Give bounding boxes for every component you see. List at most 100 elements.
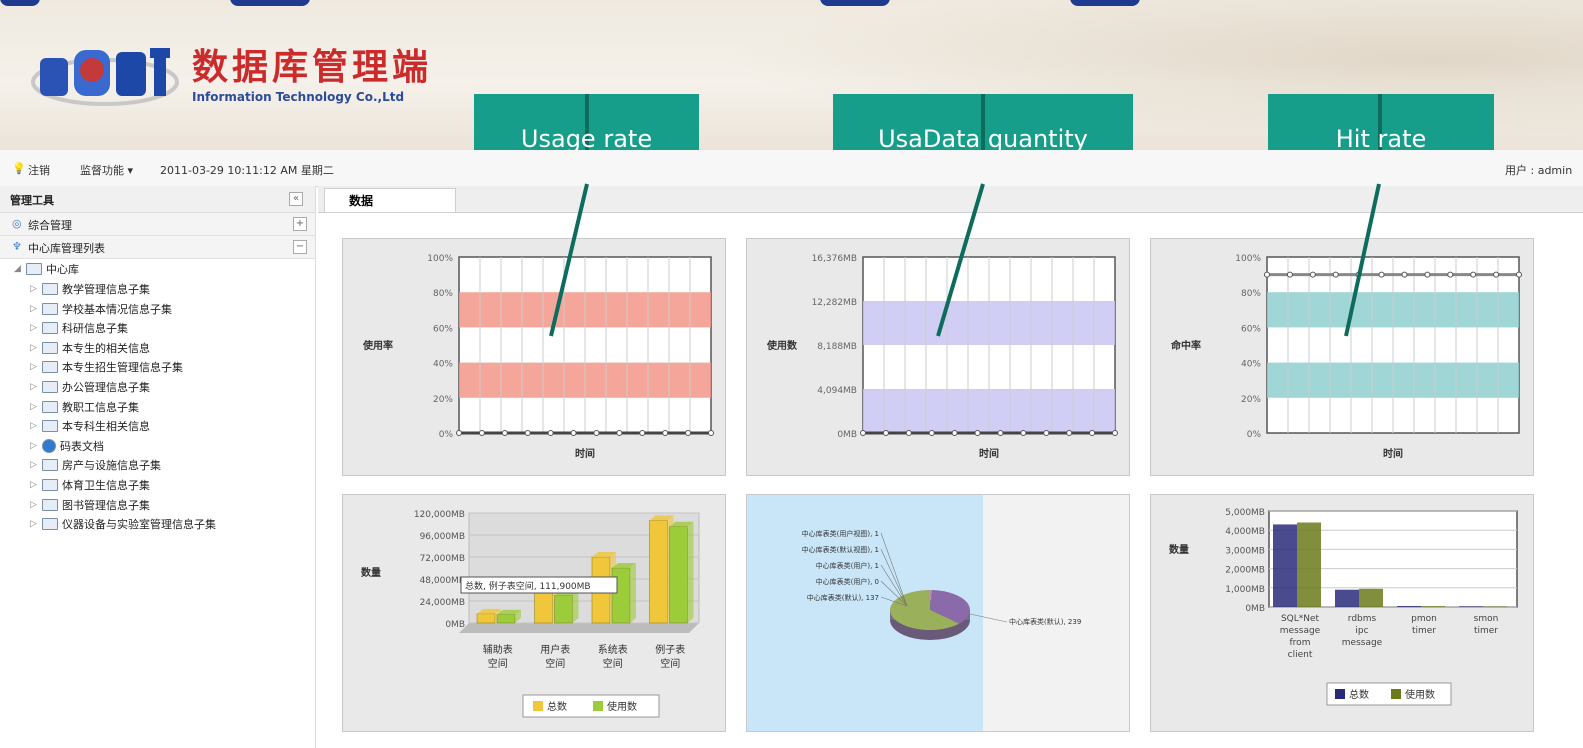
data-point bbox=[1516, 271, 1522, 278]
chevron-right-icon: ▷ bbox=[30, 401, 37, 412]
main-content: 数据 100% 80% 60% 40% 20% 0% 使用率 时间 16,376MB 12,28… bbox=[318, 186, 1583, 748]
folder-icon bbox=[42, 498, 58, 511]
callout-label: Usage rate bbox=[520, 125, 653, 153]
tree-item-label: 本专科生相关信息 bbox=[62, 420, 150, 434]
legend-label: 使用数 bbox=[1405, 688, 1435, 701]
chevron-right-icon: ▷ bbox=[30, 440, 37, 451]
tree-item[interactable]: ▷ 教职工信息子集 bbox=[30, 398, 139, 416]
company-logo bbox=[30, 30, 180, 120]
tree-item[interactable]: ▷ 本专生招生管理信息子集 bbox=[30, 358, 183, 376]
sidebar-section-general[interactable]: ◎ 综合管理 + bbox=[0, 213, 315, 236]
y-tick-label: 0% bbox=[439, 430, 454, 440]
tree-item-label: 教学管理信息子集 bbox=[62, 283, 150, 296]
chart-svg: 中心库表类(用户视图), 1 中心库表类(默认视图), 1 中心库表类(用户), 1… bbox=[747, 495, 1129, 731]
x-axis-label: 时间 bbox=[1383, 447, 1403, 460]
bar-side bbox=[687, 521, 694, 623]
tree-item-label: 体育卫生信息子集 bbox=[62, 479, 150, 492]
header-title-strip bbox=[0, 0, 1583, 10]
folder-icon bbox=[42, 302, 58, 315]
sidebar-section-center-db[interactable]: ♆ 中心库管理列表 − bbox=[0, 236, 315, 259]
data-point bbox=[905, 430, 912, 436]
tree-item[interactable]: ▷ 仪器设备与实验室管理信息子集 bbox=[30, 515, 216, 533]
collapse-sidebar-button[interactable]: « bbox=[289, 192, 303, 206]
y-tick-label: 1,000MB bbox=[1225, 585, 1265, 595]
data-point bbox=[1043, 430, 1050, 436]
tree-root[interactable]: ◢ 中心库 bbox=[14, 260, 79, 278]
tree-item[interactable]: ▷ 体育卫生信息子集 bbox=[30, 476, 150, 494]
tree-item[interactable]: ▷ 图书管理信息子集 bbox=[30, 496, 150, 514]
chevron-right-icon: ▷ bbox=[30, 421, 37, 432]
monitor-menu[interactable]: 监督功能 ▾ bbox=[80, 162, 133, 178]
y-tick-label: 20% bbox=[1241, 395, 1261, 405]
y-tick-label: 100% bbox=[427, 254, 453, 264]
y-tick-label: 5,000MB bbox=[1225, 508, 1265, 518]
y-tick-label: 3,000MB bbox=[1225, 546, 1265, 556]
x-tick-label: 空间 bbox=[488, 657, 508, 670]
section-icon: ♆ bbox=[12, 240, 22, 253]
data-point bbox=[639, 430, 646, 436]
pie-label: 中心库表类(用户), 0 bbox=[816, 577, 879, 586]
tree-item-label: 本专生招生管理信息子集 bbox=[62, 361, 183, 375]
x-tick-label: 例子表 bbox=[655, 643, 685, 656]
sidebar-title: 管理工具 bbox=[10, 194, 54, 207]
legend-label: 总数 bbox=[1349, 688, 1369, 701]
logout-link[interactable]: 注销 bbox=[28, 162, 50, 178]
sidebar-header: 管理工具 « bbox=[0, 186, 315, 213]
data-point bbox=[662, 430, 669, 436]
data-point bbox=[1447, 271, 1454, 278]
chevron-right-icon: ▷ bbox=[30, 460, 37, 471]
bar bbox=[554, 595, 573, 624]
chart-wait-events: 5,000MB 4,000MB 3,000MB 2,000MB 1,000MB 0MB 数量… bbox=[1150, 494, 1534, 732]
bar bbox=[649, 520, 668, 624]
tree-item[interactable]: ▷ 码表文档 bbox=[30, 437, 104, 455]
tab-data[interactable]: 数据 bbox=[324, 188, 456, 212]
data-point bbox=[547, 430, 554, 436]
y-tick-label: 12,282MB bbox=[812, 298, 857, 308]
pie-label: 中心库表类(用户), 1 bbox=[816, 561, 879, 570]
chart-data-quantity: 16,376MB 12,282MB 8,188MB 4,094MB 0MB 使用数 时间 bbox=[746, 238, 1130, 476]
chevron-right-icon: ▷ bbox=[30, 342, 37, 353]
bar bbox=[534, 590, 553, 624]
expand-icon[interactable]: + bbox=[293, 217, 307, 231]
tree-item[interactable]: ▷ 本专科生相关信息 bbox=[30, 417, 150, 435]
tree-item[interactable]: ▷ 科研信息子集 bbox=[30, 319, 128, 337]
y-tick-label: 0MB bbox=[445, 620, 465, 630]
y-tick-label: 0% bbox=[1247, 430, 1262, 440]
tree-item-label: 办公管理信息子集 bbox=[62, 381, 150, 394]
legend: 总数 使用数 bbox=[1326, 682, 1452, 706]
x-tick-label: message bbox=[1280, 626, 1321, 636]
tree-item[interactable]: ▷ 房产与设施信息子集 bbox=[30, 456, 161, 474]
collapse-icon[interactable]: − bbox=[293, 240, 307, 254]
pie-label: 中心库表类(默认), 137 bbox=[807, 593, 879, 602]
data-point bbox=[1089, 430, 1096, 436]
chart-svg: 5,000MB 4,000MB 3,000MB 2,000MB 1,000MB 0MB 数量… bbox=[1169, 508, 1518, 706]
monitor-menu-label: 监督功能 bbox=[80, 164, 124, 177]
section-label: 中心库管理列表 bbox=[28, 242, 105, 255]
chart-svg: 120,000MB 96,000MB 72,000MB 48,000MB 24,000M… bbox=[361, 510, 700, 718]
callout-label: Hit rate bbox=[1335, 125, 1427, 153]
data-point bbox=[1309, 271, 1316, 278]
data-point bbox=[1264, 271, 1270, 278]
tree-item-label: 学校基本情况信息子集 bbox=[62, 302, 172, 316]
folder-icon bbox=[42, 283, 58, 295]
tree-item[interactable]: ▷ 学校基本情况信息子集 bbox=[30, 300, 172, 318]
legend-swatch bbox=[533, 701, 543, 711]
y-tick-label: 96,000MB bbox=[420, 532, 465, 542]
x-tick-label: 系统表 bbox=[598, 643, 628, 656]
y-tick-label: 0MB bbox=[1245, 604, 1265, 614]
x-tick-label: pmon bbox=[1411, 614, 1437, 624]
y-tick-label: 4,094MB bbox=[817, 386, 857, 396]
x-tick-label: smon bbox=[1474, 614, 1499, 624]
pie-background-right bbox=[983, 495, 1129, 731]
data-point bbox=[524, 430, 531, 436]
legend-swatch bbox=[1391, 689, 1401, 699]
x-tick-label: timer bbox=[1474, 626, 1498, 636]
tree-item[interactable]: ▷ 本专生的相关信息 bbox=[30, 339, 150, 357]
y-tick-label: 40% bbox=[1241, 360, 1261, 370]
y-axis-label: 数量 bbox=[1169, 543, 1189, 556]
bar bbox=[496, 614, 516, 624]
tree-item[interactable]: ▷ 教学管理信息子集 bbox=[30, 280, 150, 298]
legend: 总数 使用数 bbox=[522, 694, 660, 718]
tree-item[interactable]: ▷ 办公管理信息子集 bbox=[30, 378, 150, 396]
pie-label: 中心库表类(默认), 239 bbox=[1009, 617, 1081, 626]
